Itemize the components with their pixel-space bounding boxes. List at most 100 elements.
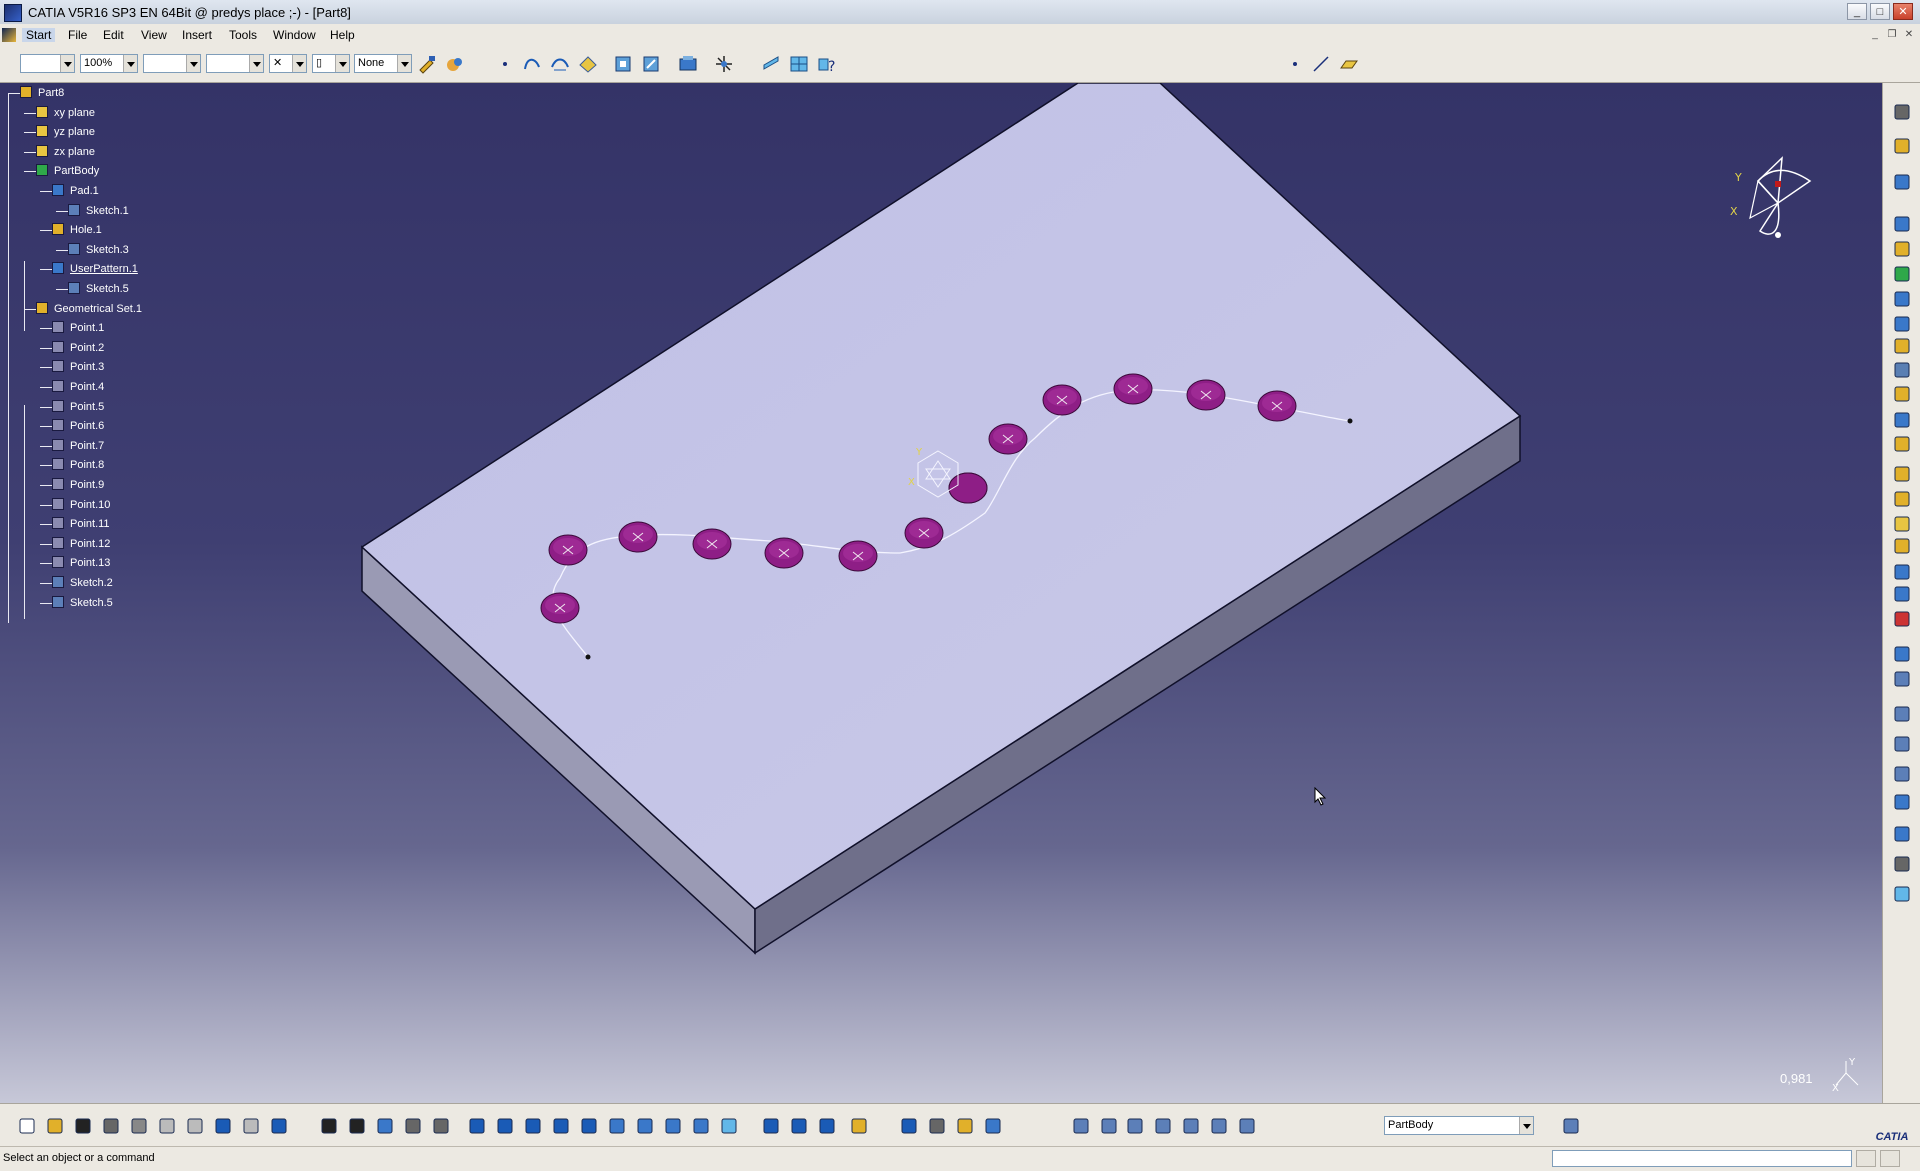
dimension-icon[interactable] <box>926 1115 948 1137</box>
3d-viewport[interactable]: Y X Y X 0,981 Y X Part8 xy plane yz plane z… <box>0 83 1882 1103</box>
catia-logo[interactable]: CATIA <box>1870 1110 1914 1144</box>
scale-icon[interactable] <box>1891 763 1913 785</box>
menu-help[interactable]: Help <box>330 28 355 42</box>
menu-insert[interactable]: Insert <box>182 28 212 42</box>
graphic-properties-icon[interactable] <box>444 53 466 75</box>
catia-app-icon[interactable] <box>4 4 22 22</box>
inertia-icon[interactable] <box>816 1115 838 1137</box>
tree-node[interactable]: Point.12 <box>40 536 260 552</box>
menu-tools[interactable]: Tools <box>229 28 257 42</box>
apply-material-icon[interactable] <box>982 1115 1004 1137</box>
table-icon[interactable] <box>374 1115 396 1137</box>
sketch-icon[interactable] <box>760 53 782 75</box>
new-icon[interactable] <box>16 1115 38 1137</box>
tree-node[interactable]: Point.5 <box>40 399 260 415</box>
tree-node[interactable]: Point.9 <box>40 477 260 493</box>
tree-node[interactable]: yz plane <box>24 124 244 140</box>
axis-system-icon[interactable] <box>1891 853 1913 875</box>
tree-node[interactable]: Point.6 <box>40 418 260 434</box>
rendering-style-combo[interactable]: ▯ <box>312 54 350 73</box>
view2-icon[interactable] <box>640 53 662 75</box>
tree-node[interactable]: Point.8 <box>40 457 260 473</box>
slot-icon[interactable] <box>1891 359 1913 381</box>
measure-icon[interactable] <box>1891 823 1913 845</box>
tree-node[interactable]: Hole.1 <box>40 222 260 238</box>
tree-node[interactable]: Pad.1 <box>40 183 260 199</box>
zoom-out-icon[interactable] <box>578 1115 600 1137</box>
hide-show-icon[interactable] <box>718 1115 740 1137</box>
cut-icon[interactable] <box>128 1115 150 1137</box>
copy-icon[interactable] <box>156 1115 178 1137</box>
menu-window[interactable]: Window <box>273 28 316 42</box>
split-icon[interactable] <box>1891 643 1913 665</box>
tree-node[interactable]: PartBody <box>24 163 244 179</box>
draft-icon[interactable] <box>1891 513 1913 535</box>
tree-node[interactable]: Sketch.3 <box>56 242 276 258</box>
tree-node[interactable]: Geometrical Set.1 <box>24 301 244 317</box>
tree-node[interactable]: Sketch.5 <box>56 281 276 297</box>
tree-node[interactable]: Point.11 <box>40 516 260 532</box>
tree-node[interactable]: zx plane <box>24 144 244 160</box>
point-symbol-combo[interactable]: ✕ <box>269 54 307 73</box>
status-button-1[interactable] <box>1856 1150 1876 1167</box>
current-body-combo[interactable]: PartBody <box>1384 1116 1534 1135</box>
compass[interactable]: Y X <box>1720 153 1820 253</box>
tree-node[interactable]: Point.4 <box>40 379 260 395</box>
compass-icon[interactable] <box>713 53 735 75</box>
layer-combo[interactable]: None <box>354 54 412 73</box>
sketcher-icon[interactable] <box>1891 171 1913 193</box>
work-object-icon[interactable] <box>954 1115 976 1137</box>
swap-icon[interactable] <box>760 1115 782 1137</box>
shell-icon[interactable] <box>1891 535 1913 557</box>
boolean-icon[interactable] <box>1891 608 1913 630</box>
pocket-icon[interactable] <box>1891 238 1913 260</box>
analysis-icon[interactable] <box>430 1115 452 1137</box>
color-combo[interactable] <box>20 54 75 73</box>
stack-icon[interactable] <box>1152 1115 1174 1137</box>
surface-icon[interactable] <box>1891 883 1913 905</box>
power-input-field[interactable] <box>1552 1150 1852 1167</box>
loft-icon[interactable] <box>1891 409 1913 431</box>
lineweight-combo[interactable] <box>206 54 264 73</box>
close-button[interactable]: ✕ <box>1893 3 1913 20</box>
multi-view-icon[interactable] <box>634 1115 656 1137</box>
normal-view-icon[interactable] <box>606 1115 628 1137</box>
tree-node[interactable]: Point.3 <box>40 359 260 375</box>
print-icon[interactable] <box>100 1115 122 1137</box>
tree-node[interactable]: Part8 <box>8 85 228 101</box>
menu-start[interactable]: Start <box>22 28 56 42</box>
menu-edit[interactable]: Edit <box>103 28 124 42</box>
mirror-icon[interactable] <box>1891 703 1913 725</box>
linetype-combo[interactable] <box>143 54 201 73</box>
pad-icon[interactable] <box>1891 213 1913 235</box>
tree-node[interactable]: Point.7 <box>40 438 260 454</box>
thickness-icon[interactable] <box>1891 561 1913 583</box>
tree-node[interactable]: Point.2 <box>40 340 260 356</box>
shaft-icon[interactable] <box>1891 263 1913 285</box>
doc-close-button[interactable]: ✕ <box>1901 27 1917 42</box>
settings-icon[interactable] <box>1891 101 1913 123</box>
doc-minimize-button[interactable]: _ <box>1867 27 1883 42</box>
cut-part-icon[interactable] <box>1180 1115 1202 1137</box>
paste-icon[interactable] <box>184 1115 206 1137</box>
define-work-object-icon[interactable] <box>1236 1115 1258 1137</box>
tree-node[interactable]: Sketch.5 <box>40 595 260 611</box>
axis-icon[interactable] <box>1098 1115 1120 1137</box>
open-icon[interactable] <box>44 1115 66 1137</box>
surface-icon[interactable] <box>577 53 599 75</box>
status-button-2[interactable] <box>1880 1150 1900 1167</box>
comment-icon[interactable] <box>346 1115 368 1137</box>
tree-node[interactable]: Point.13 <box>40 555 260 571</box>
save-icon[interactable] <box>72 1115 94 1137</box>
remove-loft-icon[interactable] <box>1891 433 1913 455</box>
translate-icon[interactable] <box>1891 668 1913 690</box>
constraint-icon[interactable] <box>898 1115 920 1137</box>
pan-icon[interactable] <box>494 1115 516 1137</box>
plane-icon[interactable] <box>1338 53 1360 75</box>
list-icon[interactable] <box>1208 1115 1230 1137</box>
menu-view[interactable]: View <box>141 28 167 42</box>
groove-icon[interactable] <box>1891 288 1913 310</box>
undo-icon[interactable] <box>212 1115 234 1137</box>
whats-this-icon[interactable] <box>268 1115 290 1137</box>
tree-node[interactable]: Sketch.2 <box>40 575 260 591</box>
